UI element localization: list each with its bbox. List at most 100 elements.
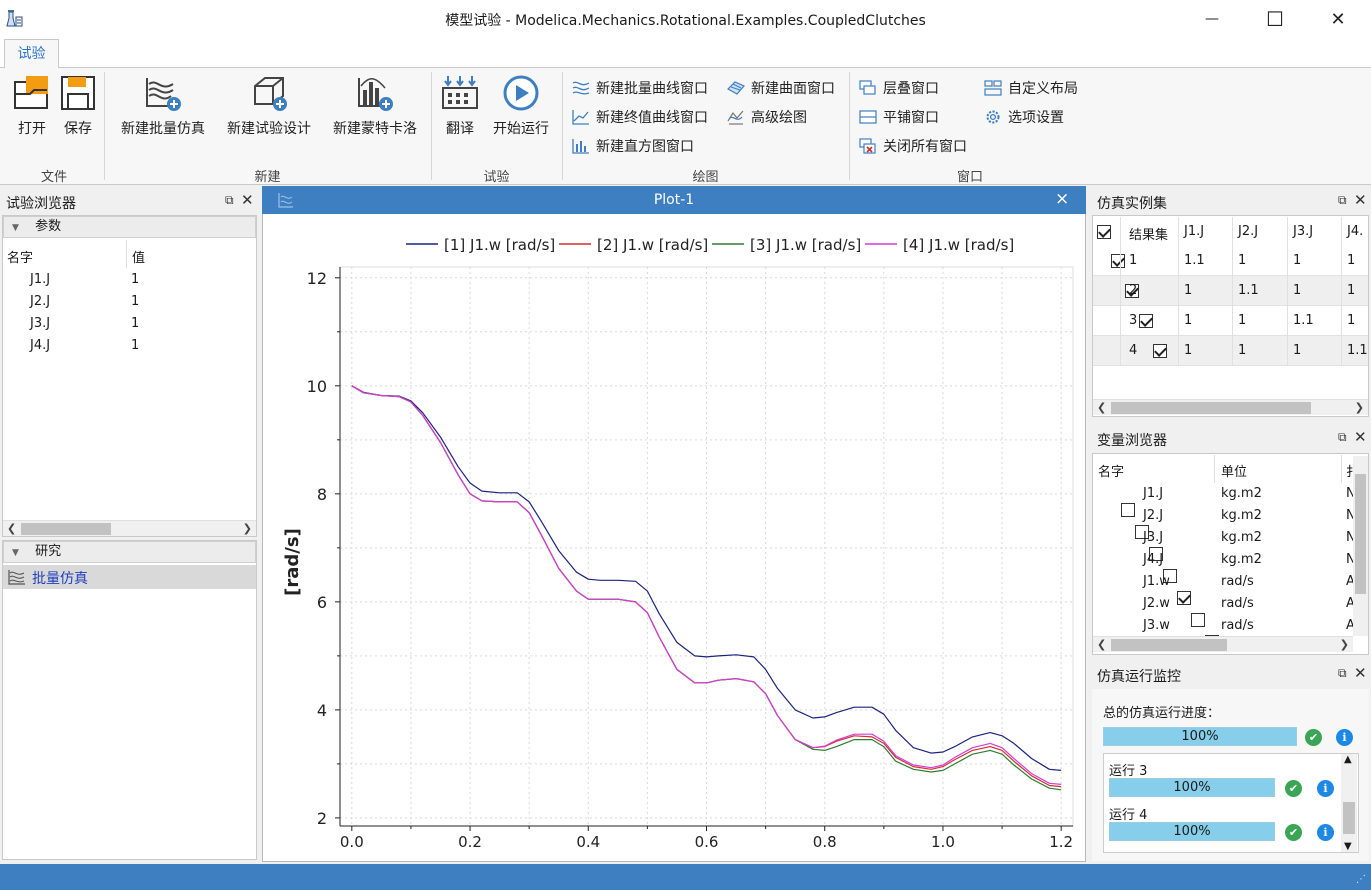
resize-grip-icon[interactable]: ⋰ xyxy=(1356,874,1366,885)
minimize-button[interactable]: — xyxy=(1181,0,1243,38)
layout-icon xyxy=(984,80,1002,96)
scroll-right-icon[interactable]: ❯ xyxy=(243,522,252,535)
legend-item-2[interactable]: [2] J1.w [rad/s] xyxy=(559,236,708,254)
cube-add-icon xyxy=(254,77,287,111)
info-icon[interactable]: i xyxy=(1317,780,1334,797)
scroll-thumb[interactable] xyxy=(21,523,111,535)
new-monte-carlo-button[interactable]: 新建蒙特卡洛 xyxy=(324,74,426,138)
legend-item-1[interactable]: [1] J1.w [rad/s] xyxy=(406,236,555,254)
param-value[interactable]: 1 xyxy=(131,316,139,331)
scroll-thumb[interactable] xyxy=(1343,802,1355,834)
scroll-right-icon[interactable]: ❯ xyxy=(1340,638,1349,651)
run-label: 运行 4 xyxy=(1109,808,1148,823)
var-vscrollbar[interactable] xyxy=(1353,456,1368,636)
scroll-thumb[interactable] xyxy=(1355,474,1366,594)
legend-item-3[interactable]: [3] J1.w [rad/s] xyxy=(712,236,861,254)
param-name: J3.J xyxy=(30,316,51,331)
row-checkbox[interactable] xyxy=(1153,343,1167,358)
row-checkbox[interactable] xyxy=(1111,253,1125,268)
tab-experiment[interactable]: 试验 xyxy=(4,39,59,69)
table-cell: 1 xyxy=(1347,313,1356,328)
options-button[interactable]: 选项设置 xyxy=(984,106,1064,128)
scroll-left-icon[interactable]: ❮ xyxy=(7,522,16,535)
close-window-button[interactable]: ✕ xyxy=(1307,0,1369,38)
scroll-left-icon[interactable]: ❮ xyxy=(1097,638,1106,651)
y-tick-label: 6 xyxy=(317,593,327,612)
maximize-button[interactable]: ☐ xyxy=(1244,0,1306,38)
variable-checkbox[interactable] xyxy=(1121,502,1135,517)
group-label-file: 文件 xyxy=(40,170,67,185)
collapse-triangle-icon: ▼ xyxy=(12,223,19,233)
new-final-value-curve-window-button[interactable]: 新建终值曲线窗口 xyxy=(572,106,708,128)
variable-unit: rad/s xyxy=(1221,574,1254,589)
curves-icon xyxy=(572,81,590,95)
save-button[interactable]: 保存 xyxy=(56,74,100,138)
variable-checkbox[interactable] xyxy=(1177,590,1191,605)
scroll-up-icon[interactable]: ▲ xyxy=(1344,754,1352,765)
param-value[interactable]: 1 xyxy=(131,338,139,353)
close-panel-icon[interactable]: ✕ xyxy=(1354,664,1367,682)
param-value[interactable]: 1 xyxy=(131,272,139,287)
params-panel xyxy=(2,215,257,537)
x-tick-label: 0.4 xyxy=(576,833,600,851)
total-progress-label: 总的仿真运行进度： xyxy=(1103,706,1221,721)
close-panel-icon[interactable]: ✕ xyxy=(241,191,254,209)
group-label-new: 新建 xyxy=(254,170,281,185)
start-run-button[interactable]: 开始运行 xyxy=(488,74,554,138)
advanced-plot-button[interactable]: 高级绘图 xyxy=(727,106,807,128)
close-panel-icon[interactable]: ✕ xyxy=(1354,428,1367,446)
variable-checkbox[interactable] xyxy=(1191,612,1205,627)
plot-close-icon[interactable]: × xyxy=(1055,189,1069,209)
variable-unit: kg.m2 xyxy=(1221,508,1262,523)
scroll-thumb[interactable] xyxy=(1111,402,1311,414)
row-checkbox[interactable] xyxy=(1139,313,1153,328)
float-panel-icon[interactable]: ⧉ xyxy=(1338,666,1347,681)
info-icon[interactable]: i xyxy=(1317,824,1334,841)
study-item-batch-sim[interactable]: 批量仿真 xyxy=(3,565,256,589)
table-cell: 1 xyxy=(1238,253,1247,268)
float-panel-icon[interactable]: ⧉ xyxy=(1338,193,1347,208)
legend-item-4[interactable]: [4] J1.w [rad/s] xyxy=(865,236,1014,254)
close-all-windows-button[interactable]: 关闭所有窗口 xyxy=(859,135,967,157)
var-hscrollbar[interactable]: ❮ ❯ xyxy=(1093,636,1353,652)
select-all-checkbox[interactable] xyxy=(1097,224,1111,239)
run-vscrollbar[interactable]: ▲ ▼ xyxy=(1341,754,1357,852)
cascade-windows-button[interactable]: 层叠窗口 xyxy=(859,77,939,99)
new-surface-window-button[interactable]: 新建曲面窗口 xyxy=(727,77,835,99)
float-panel-icon[interactable]: ⧉ xyxy=(1338,430,1347,445)
info-icon[interactable]: i xyxy=(1336,729,1353,746)
group-label-experiment: 试验 xyxy=(483,170,510,185)
scroll-down-icon[interactable]: ▼ xyxy=(1344,841,1352,852)
sim-column-header: 结果集 xyxy=(1129,228,1169,243)
close-panel-icon[interactable]: ✕ xyxy=(1354,191,1367,209)
line-chart[interactable]: [1] J1.w [rad/s] [2] J1.w [rad/s] [3] J1.w… xyxy=(263,215,1085,861)
x-tick-label: 0.8 xyxy=(813,833,837,851)
new-batch-curve-window-label: 新建批量曲线窗口 xyxy=(596,81,708,97)
translate-button[interactable]: 翻译 xyxy=(438,74,482,138)
sim-hscrollbar[interactable]: ❮ ❯ xyxy=(1093,399,1368,415)
table-cell: 1 xyxy=(1293,343,1302,358)
new-histogram-window-button[interactable]: 新建直方图窗口 xyxy=(572,135,694,157)
custom-layout-button[interactable]: 自定义布局 xyxy=(984,77,1078,99)
scroll-left-icon[interactable]: ❮ xyxy=(1097,401,1106,414)
param-value[interactable]: 1 xyxy=(131,294,139,309)
tile-windows-button[interactable]: 平铺窗口 xyxy=(859,106,939,128)
status-bar xyxy=(0,864,1371,890)
scroll-thumb[interactable] xyxy=(1111,639,1227,651)
column-divider xyxy=(1341,217,1342,366)
new-experiment-design-button[interactable]: 新建试验设计 xyxy=(218,74,320,138)
open-button[interactable]: 打开 xyxy=(8,74,56,138)
params-hscrollbar[interactable]: ❮ ❯ xyxy=(3,520,256,536)
table-cell: 1 xyxy=(1293,253,1302,268)
new-batch-curve-window-button[interactable]: 新建批量曲线窗口 xyxy=(572,77,708,99)
variable-name: J4.J xyxy=(1143,552,1164,567)
new-histogram-window-label: 新建直方图窗口 xyxy=(596,139,694,155)
bar-chart-icon xyxy=(572,139,589,154)
float-panel-icon[interactable]: ⧉ xyxy=(225,193,234,208)
new-batch-sim-button[interactable]: 新建批量仿真 xyxy=(112,74,214,138)
params-section-header[interactable]: ▼ 参数 xyxy=(3,216,256,238)
scroll-right-icon[interactable]: ❯ xyxy=(1355,401,1364,414)
study-section-header[interactable]: ▼ 研究 xyxy=(3,541,256,563)
column-divider xyxy=(1178,217,1179,366)
table-cell: 2 xyxy=(1129,283,1138,298)
